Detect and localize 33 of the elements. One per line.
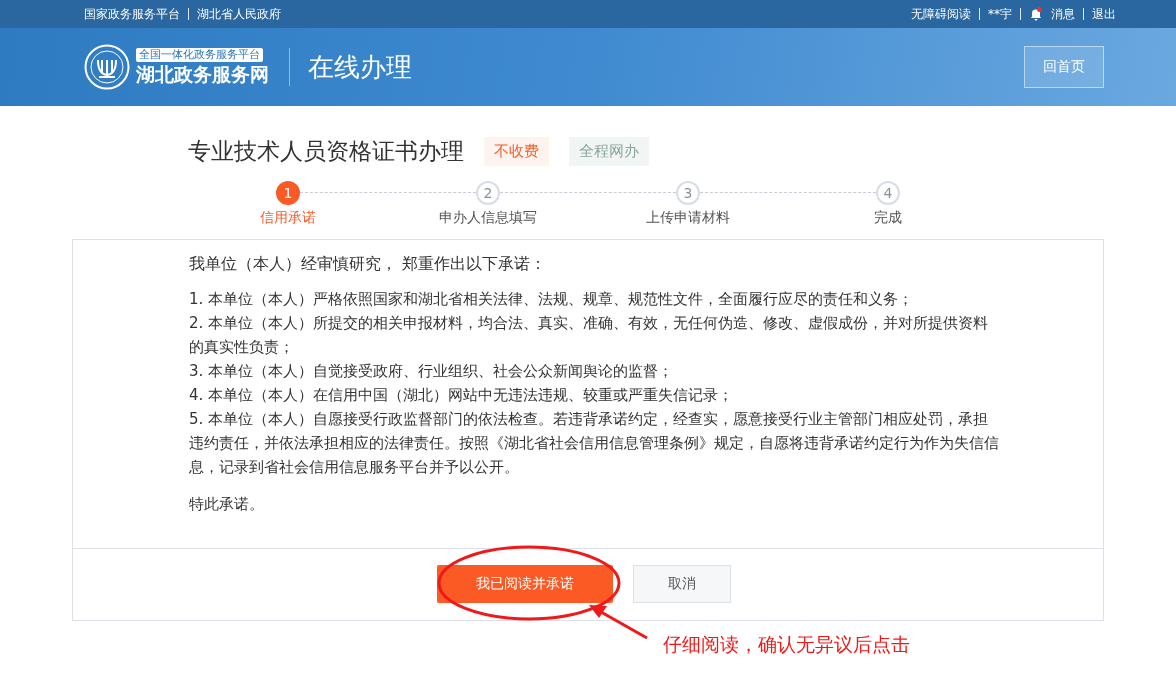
accessibility-link[interactable]: 无障碍阅读 [911,5,971,23]
section-title: 在线办理 [308,50,412,84]
logo-title: 湖北政务服务网 [136,62,269,86]
pledge-item: 4. 本单位（本人）在信用中国（湖北）网站中无违法违规、较重或严重失信记录； [189,385,735,406]
pledge-item: 2. 本单位（本人）所提交的相关申报材料，均合法、真实、准确、有效，无任何伪造、修改、虚假成份，并对所提供资料的真实性负责； [189,313,990,358]
pledge-item: 1. 本单位（本人）严格依照国家和湖北省相关法律、法规、规章、规范性文件，全面履行应尽的责任和义务； [189,289,915,310]
service-title: 专业技术人员资格证书办理 [188,137,464,166]
cancel-button[interactable]: 取消 [633,565,731,603]
service-tag: 全程网办 [569,137,649,166]
bell-icon[interactable] [1029,7,1043,21]
step-number: 1 [276,181,300,205]
step-number: 3 [676,181,700,205]
logout-link[interactable]: 退出 [1092,5,1116,23]
pledge-closing: 特此承诺。 [189,495,265,514]
confirm-button[interactable]: 我已阅读并承诺 [437,565,613,603]
step-label: 申办人信息填写 [439,209,537,227]
step-number: 4 [876,181,900,205]
user-name-link[interactable]: **宇 [988,5,1012,23]
logo-badge: 全国一体化政务服务平台 [136,48,263,62]
annotation-text: 仔细阅读，确认无异议后点击 [663,632,910,657]
annotation-arrow [589,604,649,640]
step-label: 信用承诺 [260,209,316,227]
step-label: 完成 [874,209,902,227]
messages-link[interactable]: 消息 [1051,5,1075,23]
pledge-item: 5. 本单位（本人）自愿接受行政监督部门的依法检查。若违背承诺约定，经查实，愿意接受行业主管部门相应处罚，承担违约责任，并依法承担相应的法律责任。按照《湖北省社会信用信息管理条例》规定，自愿将违背承诺约定行为作为失信信息，记录到省社会信用信息服务平台并予以公开。 [189,409,1000,478]
top-link[interactable]: 国家政务服务平台 [84,5,180,23]
pledge-heading: 我单位（本人）经审慎研究， 郑重作出以下承诺： [189,254,548,275]
pledge-item: 3. 本单位（本人）自觉接受政府、行业组织、社会公众新闻舆论的监督； [189,361,675,382]
step-number: 2 [476,181,500,205]
step-label: 上传申请材料 [646,209,730,227]
service-tag: 不收费 [484,137,549,166]
top-link[interactable]: 湖北省人民政府 [197,5,281,23]
emblem-icon [84,44,130,90]
